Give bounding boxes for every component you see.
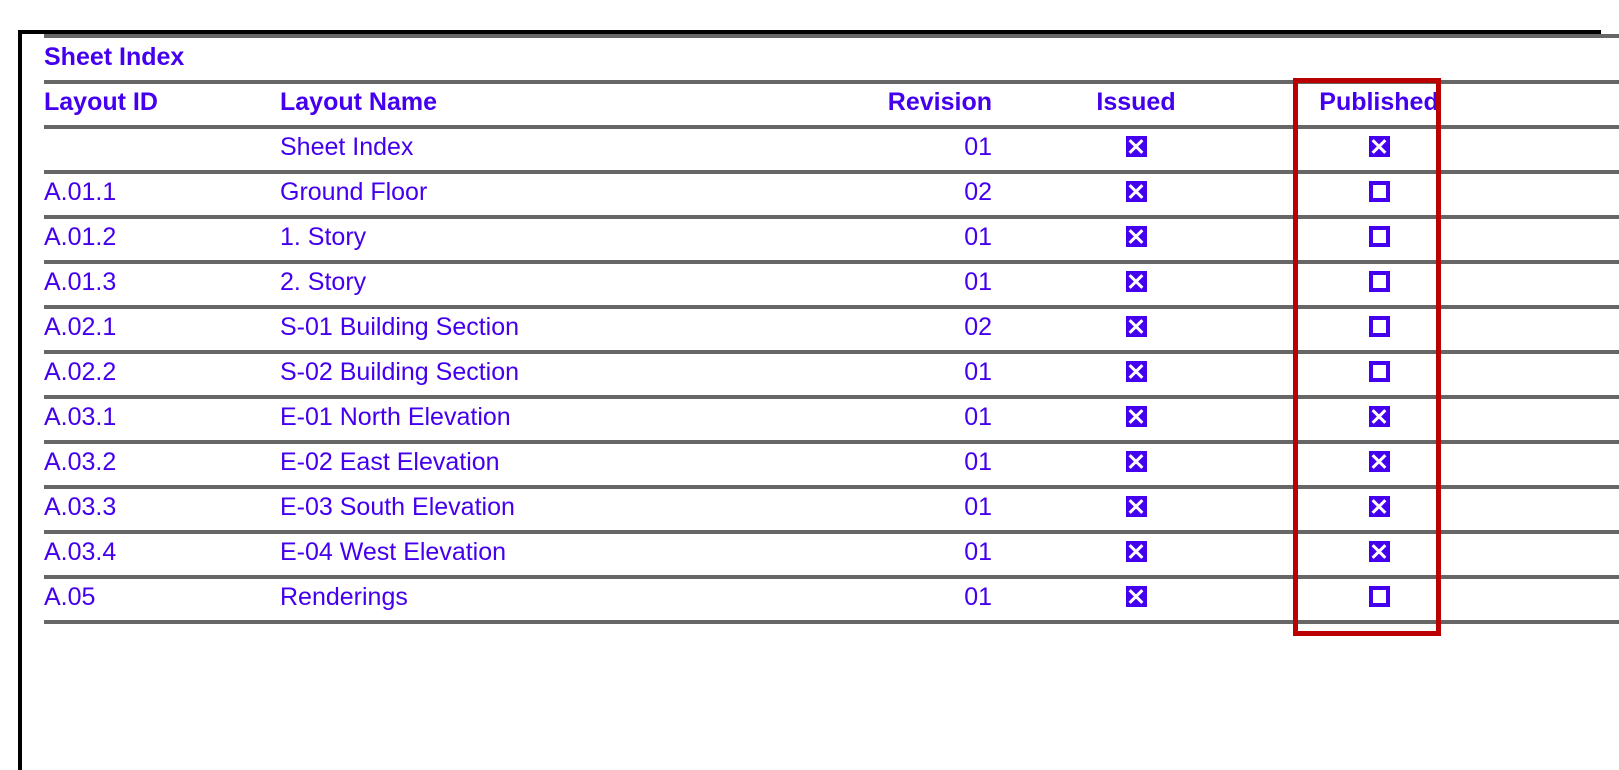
table-row: A.03.2 E-02 East Elevation 01 — [22, 440, 1619, 485]
cell-revision: 01 — [964, 493, 992, 521]
checkbox-checked-icon[interactable] — [1125, 451, 1147, 473]
column-header-issued[interactable]: Issued — [1050, 80, 1222, 125]
checkbox-checked-icon[interactable] — [1368, 496, 1390, 518]
page-title: Sheet Index — [44, 43, 185, 71]
cell-revision: 01 — [964, 223, 992, 251]
cell-layout-name: 1. Story — [280, 223, 367, 251]
cell-layout-id: A.05 — [44, 583, 96, 611]
cell-revision: 02 — [964, 178, 992, 206]
checkbox-checked-icon[interactable] — [1125, 136, 1147, 158]
table-body: Sheet Index 01 A.01.1 Ground Floor 02 A.01.2 1… — [22, 125, 1619, 624]
table-row: A.03.3 E-03 South Elevation 01 — [22, 485, 1619, 530]
published-checkbox-cell — [1293, 440, 1465, 485]
cell-layout-id: A.01.1 — [44, 178, 117, 206]
issued-checkbox-cell — [1050, 305, 1222, 350]
cell-revision: 01 — [964, 583, 992, 611]
table-row: A.01.2 1. Story 01 — [22, 215, 1619, 260]
issued-checkbox-cell — [1050, 575, 1222, 620]
table-row: A.03.4 E-04 West Elevation 01 — [22, 530, 1619, 575]
cell-revision: 01 — [964, 133, 992, 161]
cell-layout-name: Ground Floor — [280, 178, 428, 206]
table-header-row: Layout ID Layout Name Revision Issued Pu… — [22, 80, 1619, 125]
checkbox-checked-icon[interactable] — [1125, 586, 1147, 608]
sheet-index-table: Sheet Index Layout ID Layout Name Revisi… — [22, 34, 1619, 624]
table-row: A.01.1 Ground Floor 02 — [22, 170, 1619, 215]
cell-layout-id — [44, 125, 284, 170]
checkbox-unchecked-icon[interactable] — [1368, 271, 1390, 293]
table-title-row: Sheet Index — [22, 34, 1619, 80]
table-row: A.01.3 2. Story 01 — [22, 260, 1619, 305]
issued-checkbox-cell — [1050, 485, 1222, 530]
cell-layout-id: A.03.1 — [44, 403, 117, 431]
checkbox-checked-icon[interactable] — [1125, 406, 1147, 428]
column-header-revision[interactable]: Revision — [812, 80, 992, 125]
checkbox-unchecked-icon[interactable] — [1368, 181, 1390, 203]
cell-layout-name: Sheet Index — [280, 133, 414, 161]
checkbox-checked-icon[interactable] — [1125, 496, 1147, 518]
issued-checkbox-cell — [1050, 440, 1222, 485]
cell-revision: 01 — [964, 358, 992, 386]
table-row: A.03.1 E-01 North Elevation 01 — [22, 395, 1619, 440]
table-row: A.02.2 S-02 Building Section 01 — [22, 350, 1619, 395]
cell-layout-name: E-01 North Elevation — [280, 403, 511, 431]
cell-layout-id: A.01.3 — [44, 268, 117, 296]
issued-checkbox-cell — [1050, 170, 1222, 215]
cell-layout-id: A.03.3 — [44, 493, 117, 521]
checkbox-unchecked-icon[interactable] — [1368, 586, 1390, 608]
cell-layout-name: E-03 South Elevation — [280, 493, 515, 521]
issued-checkbox-cell — [1050, 125, 1222, 170]
checkbox-checked-icon[interactable] — [1368, 541, 1390, 563]
checkbox-checked-icon[interactable] — [1125, 316, 1147, 338]
cell-layout-name: E-02 East Elevation — [280, 448, 500, 476]
published-checkbox-cell — [1293, 215, 1465, 260]
issued-checkbox-cell — [1050, 350, 1222, 395]
cell-layout-id: A.02.1 — [44, 313, 117, 341]
cell-layout-name: S-02 Building Section — [280, 358, 520, 386]
sheet-index-page: Sheet Index Layout ID Layout Name Revisi… — [0, 0, 1619, 770]
column-header-layout-id[interactable]: Layout ID — [44, 80, 284, 125]
published-checkbox-cell — [1293, 350, 1465, 395]
checkbox-unchecked-icon[interactable] — [1368, 361, 1390, 383]
cell-revision: 01 — [964, 403, 992, 431]
table-row: Sheet Index 01 — [22, 125, 1619, 170]
issued-checkbox-cell — [1050, 260, 1222, 305]
cell-layout-id: A.03.4 — [44, 538, 117, 566]
checkbox-checked-icon[interactable] — [1368, 136, 1390, 158]
checkbox-checked-icon[interactable] — [1125, 361, 1147, 383]
cell-layout-name: S-01 Building Section — [280, 313, 520, 341]
issued-checkbox-cell — [1050, 530, 1222, 575]
published-checkbox-cell — [1293, 305, 1465, 350]
checkbox-checked-icon[interactable] — [1125, 271, 1147, 293]
checkbox-checked-icon[interactable] — [1368, 406, 1390, 428]
cell-layout-id: A.02.2 — [44, 358, 117, 386]
published-checkbox-cell — [1293, 395, 1465, 440]
cell-layout-name: 2. Story — [280, 268, 367, 296]
checkbox-checked-icon[interactable] — [1125, 181, 1147, 203]
published-checkbox-cell — [1293, 170, 1465, 215]
checkbox-checked-icon[interactable] — [1125, 226, 1147, 248]
cell-revision: 01 — [964, 448, 992, 476]
table-row: A.05 Renderings 01 — [22, 575, 1619, 620]
cell-revision: 01 — [964, 538, 992, 566]
checkbox-checked-icon[interactable] — [1125, 541, 1147, 563]
cell-layout-name: Renderings — [280, 583, 408, 611]
cell-revision: 01 — [964, 268, 992, 296]
published-checkbox-cell — [1293, 260, 1465, 305]
issued-checkbox-cell — [1050, 395, 1222, 440]
checkbox-unchecked-icon[interactable] — [1368, 316, 1390, 338]
column-header-layout-name[interactable]: Layout Name — [280, 80, 840, 125]
cell-layout-id: A.01.2 — [44, 223, 117, 251]
column-header-published[interactable]: Published — [1293, 80, 1465, 125]
cell-layout-name: E-04 West Elevation — [280, 538, 507, 566]
cell-revision: 02 — [964, 313, 992, 341]
issued-checkbox-cell — [1050, 215, 1222, 260]
checkbox-unchecked-icon[interactable] — [1368, 226, 1390, 248]
cell-layout-id: A.03.2 — [44, 448, 117, 476]
published-checkbox-cell — [1293, 530, 1465, 575]
checkbox-checked-icon[interactable] — [1368, 451, 1390, 473]
table-row: A.02.1 S-01 Building Section 02 — [22, 305, 1619, 350]
published-checkbox-cell — [1293, 575, 1465, 620]
published-checkbox-cell — [1293, 485, 1465, 530]
published-checkbox-cell — [1293, 125, 1465, 170]
